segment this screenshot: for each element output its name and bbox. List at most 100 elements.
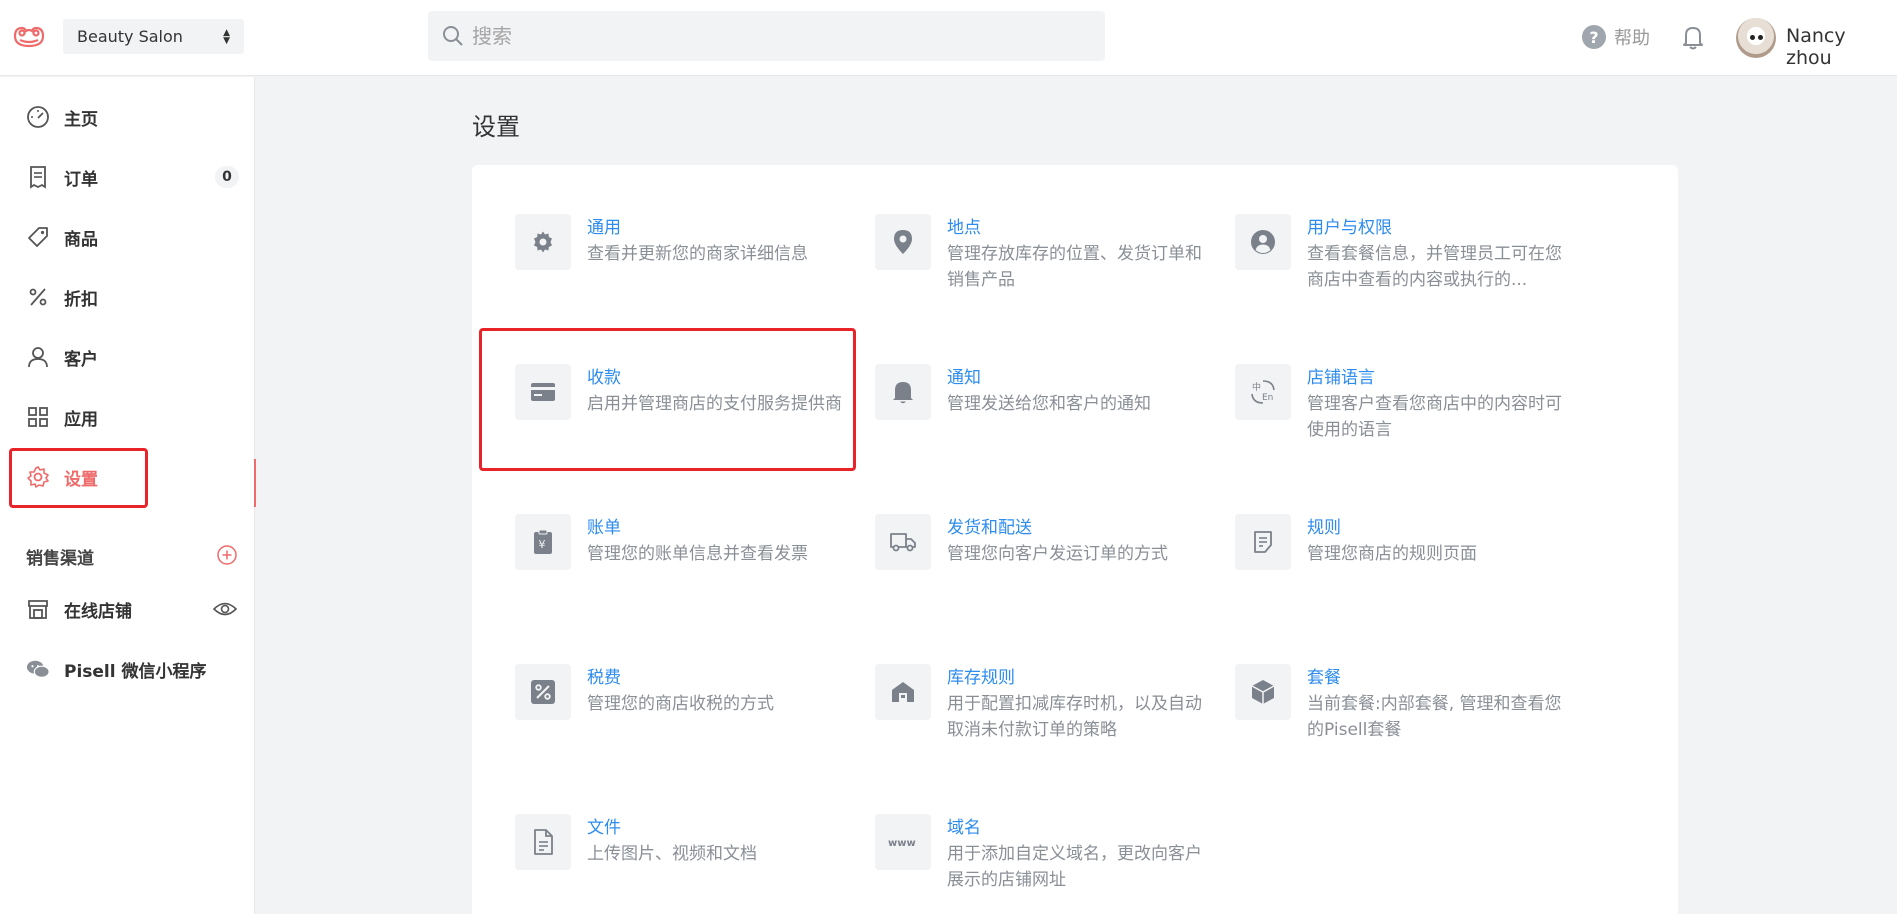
setting-store-language[interactable]: 中 En 店铺语言管理客户查看您商店中的内容时可使用的语言 bbox=[1235, 364, 1575, 474]
setting-users-permissions[interactable]: 用户与权限查看套餐信息，并管理员工可在您商店中查看的内容或执行的... bbox=[1235, 214, 1575, 324]
setting-title: 地点 bbox=[947, 218, 981, 238]
store-icon bbox=[26, 597, 50, 621]
setting-files[interactable]: 文件上传图片、视频和文档 bbox=[515, 814, 855, 914]
setting-title: 用户与权限 bbox=[1307, 218, 1392, 238]
apps-icon bbox=[26, 405, 50, 429]
setting-desc: 管理您的商店收税的方式 bbox=[587, 694, 774, 714]
sidebar-item-apps[interactable]: 应用 bbox=[0, 395, 255, 439]
sidebar-item-customers[interactable]: 客户 bbox=[0, 335, 255, 379]
user-icon bbox=[26, 345, 50, 369]
setting-desc: 管理您商店的规则页面 bbox=[1307, 544, 1477, 564]
svg-text:¥: ¥ bbox=[539, 538, 546, 551]
setting-desc: 查看并更新您的商家详细信息 bbox=[587, 244, 808, 264]
setting-general[interactable]: 通用查看并更新您的商家详细信息 bbox=[515, 214, 855, 324]
select-arrows-icon: ▲ ▼ bbox=[223, 27, 230, 46]
help-label: 帮助 bbox=[1614, 28, 1650, 49]
setting-title: 店铺语言 bbox=[1307, 368, 1375, 388]
sidebar-item-home[interactable]: 主页 bbox=[0, 95, 255, 139]
orders-count-badge: 0 bbox=[215, 166, 239, 188]
location-icon bbox=[894, 230, 912, 254]
setting-locations[interactable]: 地点管理存放库存的位置、发货订单和销售产品 bbox=[875, 214, 1215, 324]
sales-channels-title: 销售渠道 bbox=[26, 549, 94, 569]
setting-domains[interactable]: www 域名用于添加自定义域名，更改向客户展示的店铺网址 bbox=[875, 814, 1215, 914]
bell-icon bbox=[893, 382, 913, 404]
setting-billing[interactable]: ¥ 账单管理您的账单信息并查看发票 bbox=[515, 514, 855, 624]
truck-icon bbox=[890, 533, 916, 552]
language-icon: 中En bbox=[1251, 380, 1275, 404]
help-link[interactable]: ? 帮助 bbox=[1582, 24, 1650, 50]
package-icon bbox=[1251, 680, 1275, 704]
setting-desc: 管理客户查看您商店中的内容时可使用的语言 bbox=[1307, 394, 1562, 440]
sidebar-item-label: 客户 bbox=[64, 349, 98, 370]
search-input[interactable] bbox=[472, 24, 1072, 48]
tax-icon bbox=[531, 680, 555, 704]
sidebar-item-label: Pisell 微信小程序 bbox=[64, 661, 207, 682]
setting-title: 套餐 bbox=[1307, 668, 1341, 688]
page-title: 设置 bbox=[472, 113, 520, 141]
avatar[interactable] bbox=[1736, 18, 1776, 58]
setting-shipping[interactable]: 发货和配送管理您向客户发运订单的方式 bbox=[875, 514, 1215, 624]
setting-desc: 管理存放库存的位置、发货订单和销售产品 bbox=[947, 244, 1202, 290]
sidebar-item-label: 订单 bbox=[64, 169, 98, 190]
setting-notifications[interactable]: 通知管理发送给您和客户的通知 bbox=[875, 364, 1215, 474]
add-channel-icon[interactable] bbox=[216, 544, 238, 566]
sidebar-item-orders[interactable]: 订单 0 bbox=[0, 155, 255, 199]
setting-desc: 用于配置扣减库存时机，以及自动取消未付款订单的策略 bbox=[947, 694, 1202, 740]
settings-card: 通用查看并更新您的商家详细信息 地点管理存放库存的位置、发货订单和销售产品 用户… bbox=[472, 165, 1678, 914]
bill-icon: ¥ bbox=[534, 529, 552, 554]
search-bar[interactable] bbox=[428, 11, 1105, 61]
setting-plan[interactable]: 套餐当前套餐:内部套餐, 管理和查看您的Pisell套餐 bbox=[1235, 664, 1575, 774]
setting-inventory-rules[interactable]: 库存规则 用于配置扣减库存时机，以及自动取消未付款订单的策略 bbox=[875, 664, 1215, 774]
eye-icon[interactable] bbox=[213, 600, 237, 618]
sidebar-item-label: 应用 bbox=[64, 409, 98, 430]
setting-title: 通知 bbox=[947, 368, 981, 388]
highlight-box-payments bbox=[479, 328, 856, 471]
setting-title: 域名 bbox=[947, 818, 981, 838]
highlight-box-settings-nav bbox=[9, 448, 148, 508]
top-bar: Beauty Salon ▲▼ ? 帮助 Nancy zhou bbox=[0, 0, 1897, 76]
www-icon: www bbox=[888, 838, 916, 849]
setting-rules[interactable]: 规则管理您商店的规则页面 bbox=[1235, 514, 1575, 624]
sidebar-item-online-store[interactable]: 在线店铺 bbox=[0, 587, 255, 631]
setting-desc: 管理您向客户发运订单的方式 bbox=[947, 544, 1168, 564]
setting-desc: 上传图片、视频和文档 bbox=[587, 844, 757, 864]
username[interactable]: Nancy zhou bbox=[1786, 25, 1897, 69]
setting-desc: 用于添加自定义域名，更改向客户展示的店铺网址 bbox=[947, 844, 1202, 890]
setting-taxes[interactable]: 税费管理您的商店收税的方式 bbox=[515, 664, 855, 774]
wechat-icon bbox=[26, 657, 50, 681]
setting-title: 账单 bbox=[587, 518, 621, 538]
percent-icon bbox=[26, 285, 50, 309]
svg-text:www: www bbox=[888, 838, 916, 849]
rules-icon bbox=[1254, 531, 1272, 553]
store-select[interactable]: Beauty Salon ▲ ▼ bbox=[63, 19, 244, 54]
sidebar-item-discounts[interactable]: 折扣 bbox=[0, 275, 255, 319]
setting-title: 通用 bbox=[587, 218, 621, 238]
setting-desc: 当前套餐:内部套餐, 管理和查看您的Pisell套餐 bbox=[1307, 694, 1562, 740]
file-icon bbox=[534, 829, 553, 855]
sidebar-item-label: 折扣 bbox=[64, 289, 98, 310]
logo-icon[interactable] bbox=[12, 22, 46, 52]
sidebar-item-label: 主页 bbox=[64, 109, 98, 130]
notification-bell-icon[interactable] bbox=[1682, 24, 1704, 50]
user-circle-icon bbox=[1251, 230, 1275, 254]
gear-icon bbox=[534, 231, 552, 253]
search-icon bbox=[443, 26, 463, 46]
setting-title: 发货和配送 bbox=[947, 518, 1032, 538]
setting-desc: 管理发送给您和客户的通知 bbox=[947, 394, 1151, 414]
sidebar-item-wechat-miniprogram[interactable]: Pisell 微信小程序 bbox=[0, 647, 255, 691]
setting-title: 税费 bbox=[587, 668, 621, 688]
tag-icon bbox=[26, 225, 50, 249]
sidebar-item-products[interactable]: 商品 bbox=[0, 215, 255, 259]
setting-title: 文件 bbox=[587, 818, 621, 838]
sidebar-item-label: 商品 bbox=[64, 229, 98, 250]
setting-title: 规则 bbox=[1307, 518, 1341, 538]
dashboard-icon bbox=[26, 105, 50, 129]
setting-desc: 管理您的账单信息并查看发票 bbox=[587, 544, 808, 564]
warehouse-icon bbox=[892, 682, 914, 702]
store-name: Beauty Salon bbox=[77, 27, 183, 46]
setting-desc: 查看套餐信息，并管理员工可在您商店中查看的内容或执行的... bbox=[1307, 244, 1562, 290]
orders-icon bbox=[26, 165, 50, 189]
svg-text:En: En bbox=[1262, 393, 1273, 403]
svg-text:中: 中 bbox=[1252, 381, 1261, 393]
sidebar-item-label: 在线店铺 bbox=[64, 601, 132, 622]
